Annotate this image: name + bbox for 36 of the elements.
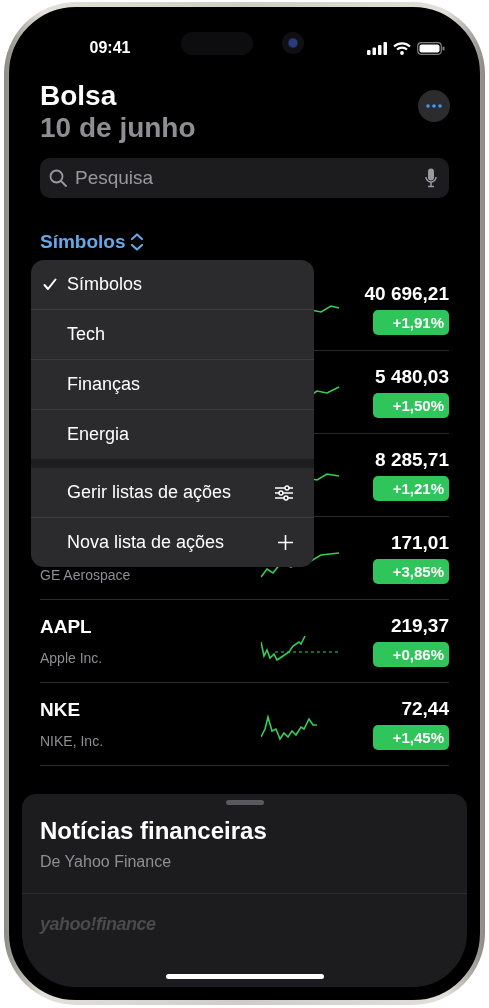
stock-symbol: NKE	[40, 699, 81, 721]
search-input[interactable]: Pesquisa	[75, 167, 417, 189]
menu-item[interactable]: Tech	[31, 309, 314, 359]
menu-item[interactable]: Finanças	[31, 359, 314, 409]
stock-price: 219,37	[390, 615, 449, 637]
chevron-up-down-icon	[129, 233, 144, 251]
plus-icon	[277, 534, 294, 551]
menu-item[interactable]: Nova lista de ações	[31, 517, 314, 567]
battery-icon	[417, 41, 445, 55]
wifi-icon	[393, 41, 411, 55]
status-time: 09:41	[88, 39, 132, 57]
date-title: 10 de junho	[40, 112, 196, 144]
stock-price: 171,01	[390, 532, 449, 554]
signal-icon	[367, 41, 387, 55]
sheet-grabber[interactable]	[225, 800, 264, 805]
camera-dot	[282, 32, 304, 54]
company-name: NIKE, Inc.	[40, 732, 104, 749]
menu-item[interactable]: Símbolos	[31, 260, 314, 309]
search-bar[interactable]: Pesquisa	[40, 158, 449, 198]
menu-item[interactable]: Gerir listas de ações	[31, 468, 314, 517]
search-icon	[49, 169, 67, 187]
news-source: De Yahoo Finance	[40, 853, 173, 871]
sliders-icon	[274, 484, 294, 501]
stock-price: 72,44	[401, 698, 449, 720]
app-title: Bolsa	[40, 80, 118, 112]
stock-price: 8 285,71	[375, 449, 449, 471]
microphone-icon	[425, 168, 437, 188]
stock-price: 40 696,21	[364, 283, 449, 305]
stock-symbol: AAPL	[40, 616, 92, 638]
company-name: GE Aerospace	[40, 566, 131, 583]
more-button[interactable]	[418, 90, 450, 122]
ellipsis-icon	[426, 104, 442, 108]
list-picker[interactable]: Símbolos	[40, 231, 144, 253]
news-title: Notícias financeiras	[40, 817, 268, 845]
stock-price: 5 480,03	[375, 366, 449, 388]
company-name: Apple Inc.	[40, 649, 103, 666]
